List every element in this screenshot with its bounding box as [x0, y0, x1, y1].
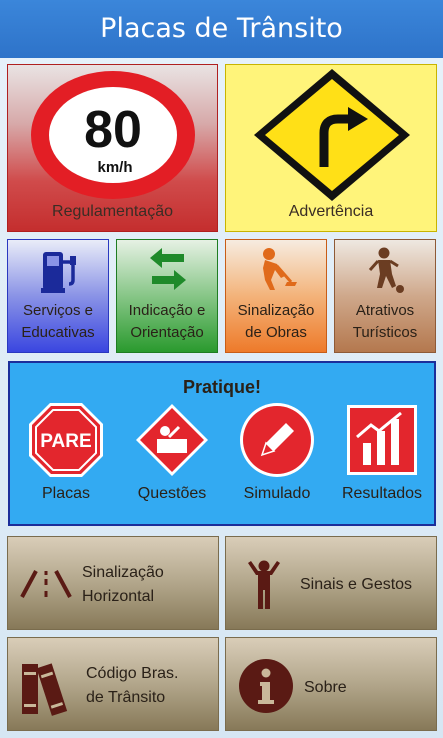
- indicacao-orientacao-tile[interactable]: Indicação e Orientação: [116, 239, 218, 353]
- questoes-label: Questões: [137, 485, 207, 502]
- road-worker-icon: [263, 248, 297, 290]
- atrativos-turisticos-tile[interactable]: Atrativos Turísticos: [334, 239, 436, 353]
- practice-panel: Pratique! PARE Placas Questões Simulado: [8, 361, 436, 526]
- indicacao-label-1: Indicação e: [128, 302, 206, 319]
- gestos-label: Sinais e Gestos: [300, 576, 413, 593]
- simulado-label: Simulado: [243, 485, 311, 502]
- advertencia-tile[interactable]: Advertência: [225, 64, 437, 232]
- regulamentacao-label: Regulamentação: [52, 203, 173, 220]
- warning-turn-right-icon: [254, 69, 410, 201]
- gesture-person-icon: [248, 560, 280, 609]
- app-title: Placas de Trânsito: [0, 0, 443, 58]
- atrativos-label-2: Turísticos: [352, 324, 418, 341]
- speed-value: 80: [84, 101, 142, 159]
- codigo-transito-tile[interactable]: Código Bras. de Trânsito: [7, 637, 219, 731]
- bar-chart-icon: [347, 405, 417, 475]
- sinalizacao-horizontal-tile[interactable]: Sinalização Horizontal: [7, 536, 219, 630]
- placas-label: Placas: [41, 485, 91, 502]
- resultados-label: Resultados: [341, 485, 423, 502]
- speed-unit: km/h: [97, 159, 132, 176]
- practice-title: Pratique!: [182, 377, 261, 397]
- regulamentacao-tile[interactable]: 80 km/h Regulamentação: [7, 64, 218, 232]
- codigo-label-1: Código Bras.: [86, 665, 179, 682]
- stop-sign-text: PARE: [40, 431, 91, 452]
- servicos-label-2: Educativas: [21, 324, 95, 341]
- obras-label-2: de Obras: [245, 324, 307, 341]
- servicos-label-1: Serviços e: [22, 302, 94, 319]
- sobre-tile[interactable]: Sobre: [225, 637, 437, 731]
- road-lanes-icon: [20, 570, 72, 598]
- obras-label-1: Sinalização: [237, 302, 315, 319]
- simulado-button[interactable]: Simulado: [225, 399, 329, 509]
- horizontal-label-1: Sinalização: [82, 564, 164, 581]
- stop-sign-icon: PARE: [29, 403, 103, 477]
- question-sign-icon: [136, 404, 208, 476]
- horizontal-label-2: Horizontal: [82, 588, 155, 605]
- books-icon: [22, 663, 68, 716]
- fuel-pump-icon: [41, 252, 76, 293]
- servicos-educativas-tile[interactable]: Serviços e Educativas: [7, 239, 109, 353]
- sinais-gestos-tile[interactable]: Sinais e Gestos: [225, 536, 437, 630]
- codigo-label-2: de Trânsito: [86, 689, 166, 706]
- sobre-label: Sobre: [304, 679, 347, 696]
- info-icon: [239, 659, 293, 713]
- atrativos-label-1: Atrativos: [355, 302, 415, 319]
- speed-limit-sign-icon: 80 km/h: [31, 71, 195, 199]
- pencil-icon: [240, 403, 314, 477]
- questoes-button[interactable]: Questões: [120, 399, 224, 509]
- indicacao-label-2: Orientação: [130, 324, 204, 341]
- advertencia-label: Advertência: [288, 203, 374, 220]
- two-way-arrows-icon: [150, 248, 186, 290]
- resultados-button[interactable]: Resultados: [330, 399, 434, 509]
- soccer-player-icon: [368, 247, 404, 293]
- sinalizacao-obras-tile[interactable]: Sinalização de Obras: [225, 239, 327, 353]
- placas-button[interactable]: PARE Placas: [14, 399, 118, 509]
